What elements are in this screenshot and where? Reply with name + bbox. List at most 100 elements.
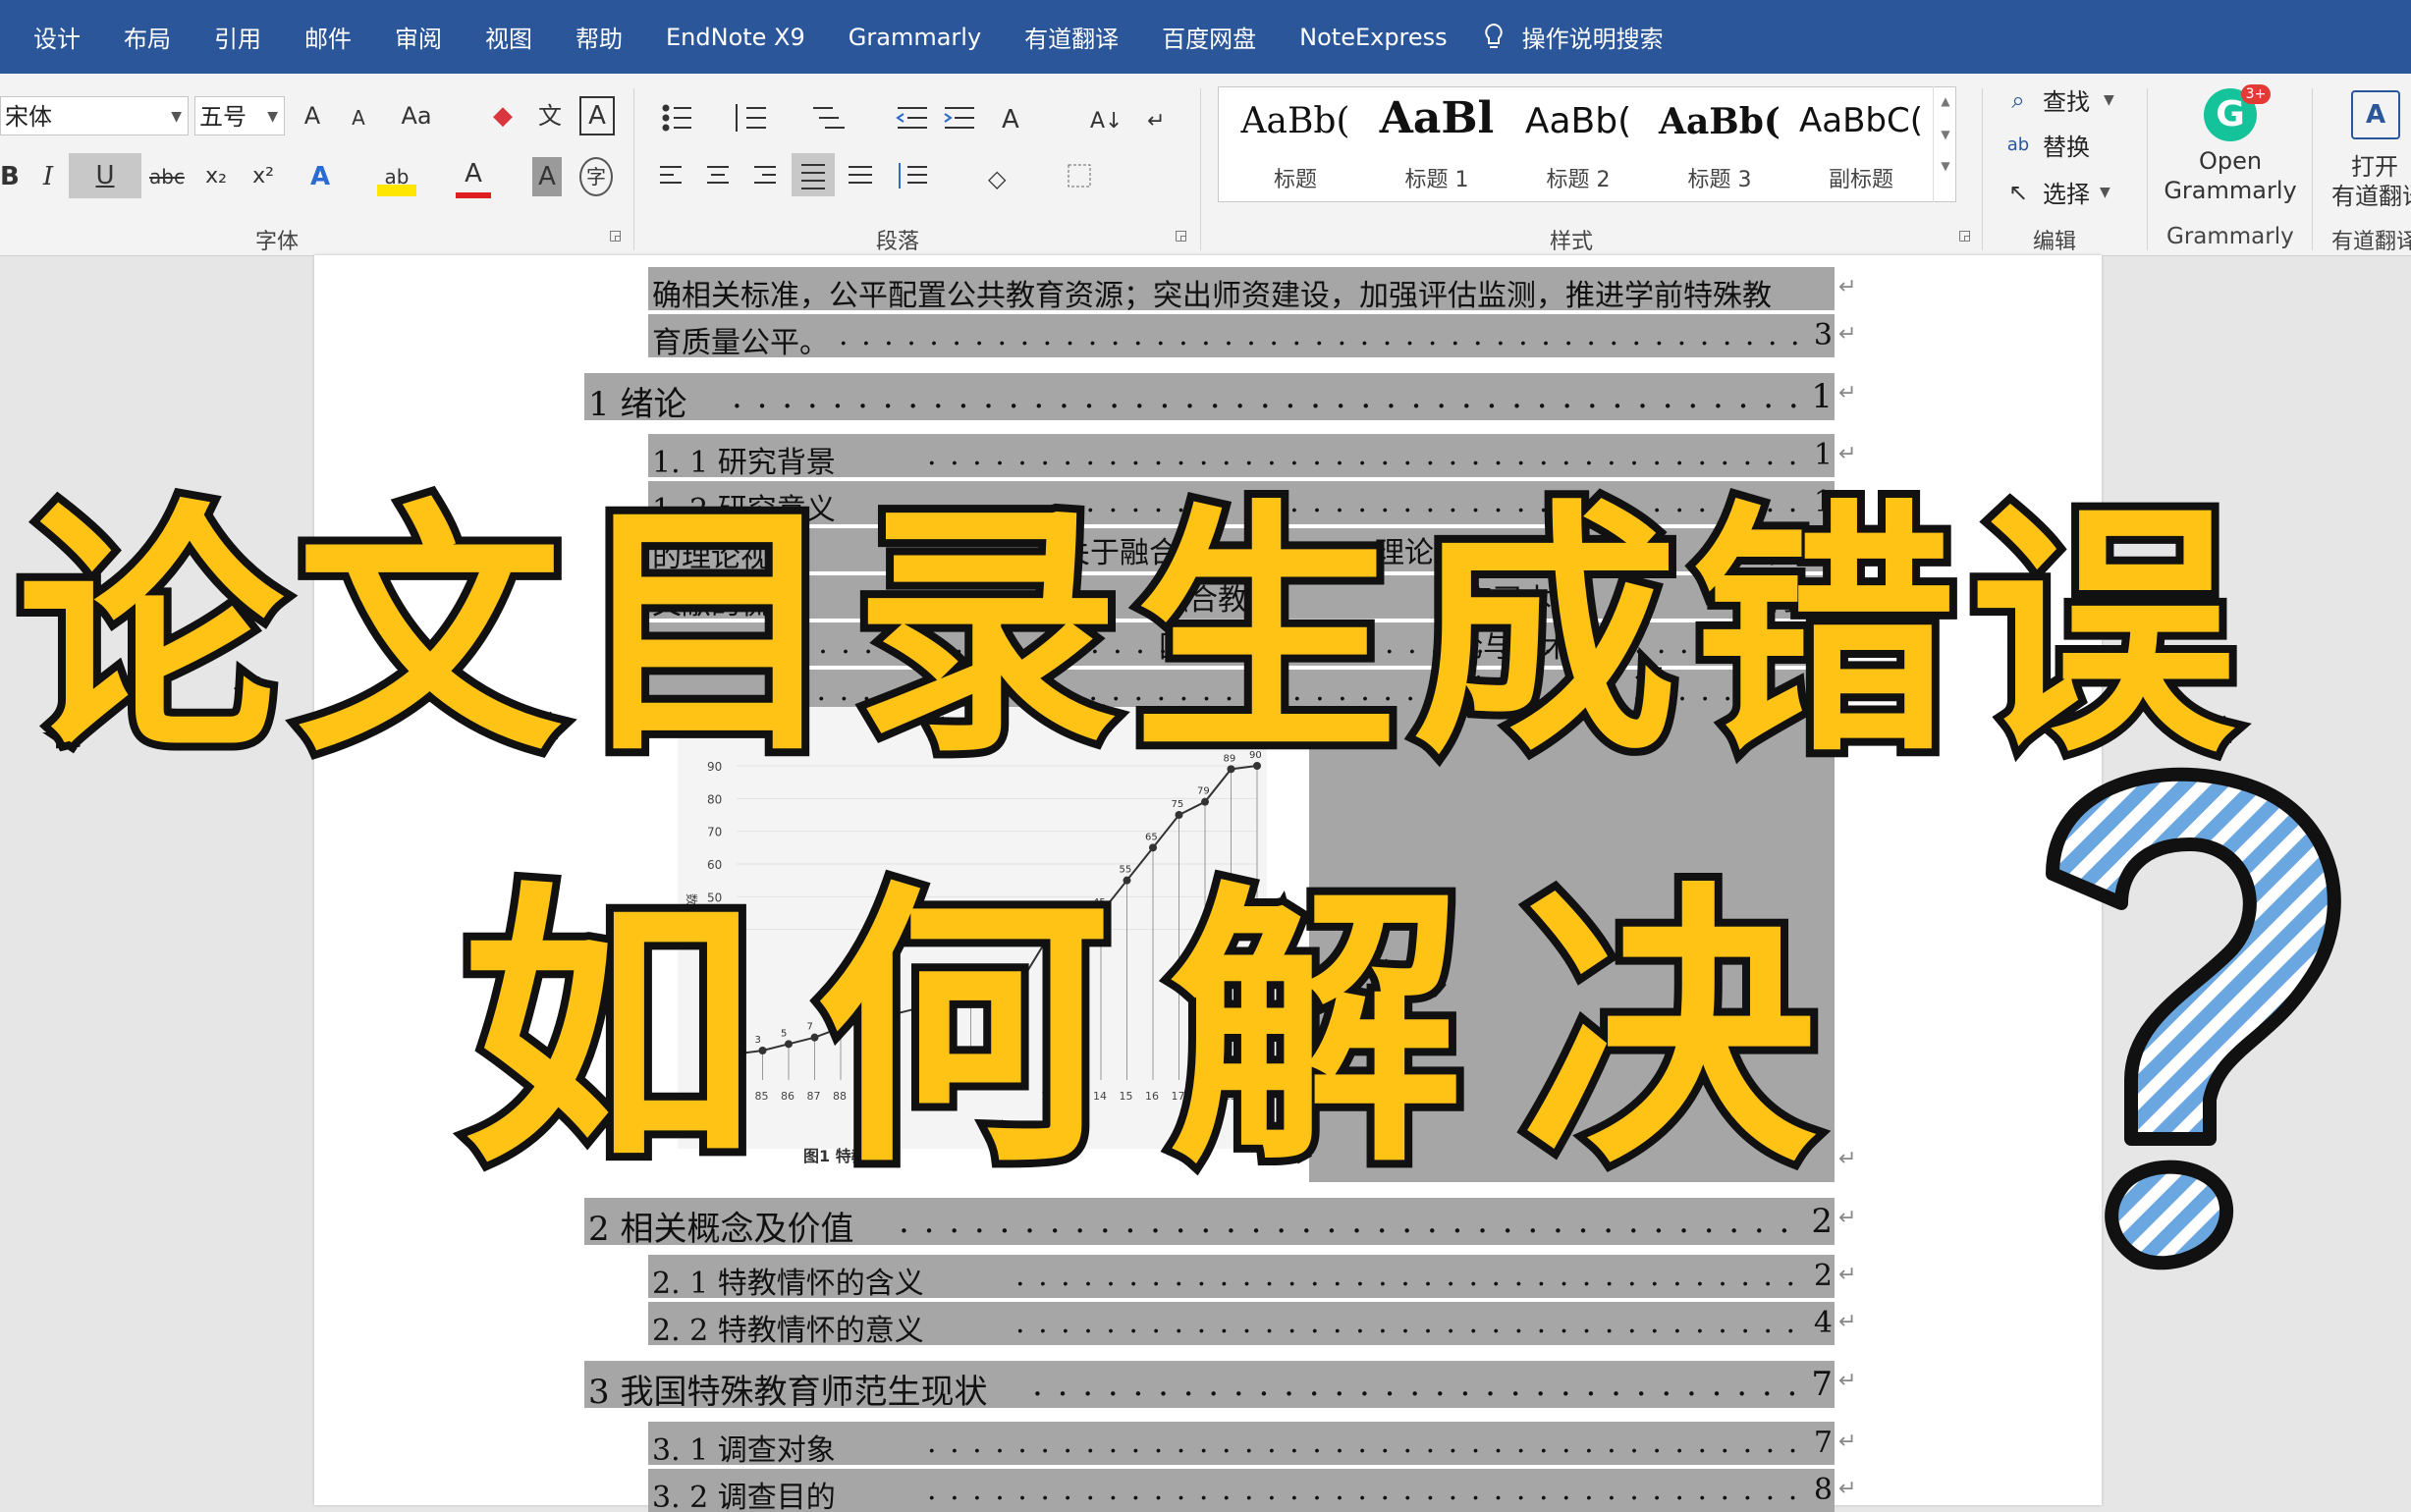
line-spacing-icon[interactable] (899, 163, 927, 189)
change-case-button[interactable]: Aa (397, 96, 436, 135)
shrink-font-button[interactable]: A (344, 98, 373, 137)
paragraph-mark-icon: ↵ (1838, 1477, 1857, 1501)
character-shading-button[interactable]: A (532, 157, 562, 196)
dialog-launcher-icon[interactable]: ◲ (1175, 216, 1187, 255)
overlay-title-line2: 如何解决 (454, 859, 1876, 1202)
toc-entry[interactable]: 1 绪论 . . . . . . . . . . . . . . . . . . … (584, 373, 1835, 420)
toc-page-number: 2 (1811, 1202, 1833, 1241)
dialog-launcher-icon[interactable]: ◲ (1958, 216, 1971, 255)
highlight-button[interactable]: ab (377, 157, 416, 196)
toc-entry[interactable]: 3 我国特殊教育师范生现状 . . . . . . . . . . . . . .… (584, 1361, 1835, 1408)
multilevel-list-icon[interactable] (813, 107, 845, 129)
open-youdao-button[interactable]: A 打开 有道翻译 (2322, 82, 2411, 210)
menu-youdao[interactable]: 有道翻译 (1003, 20, 1140, 54)
chinese-layout-icon[interactable]: A (1002, 105, 1019, 135)
menu-review[interactable]: 审阅 (373, 20, 464, 54)
styles-scroll[interactable]: ▲ ▼ ▼ (1933, 86, 1957, 202)
toc-entry[interactable]: 2. 2 特教情怀的意义 . . . . . . . . . . . . . . … (648, 1302, 1835, 1345)
menu-references[interactable]: 引用 (192, 20, 283, 54)
text-effects-button[interactable]: A (302, 157, 338, 196)
style-label: 标题 2 (1546, 168, 1611, 192)
toc-page-number: 8 (1813, 1473, 1833, 1507)
grammarly-label-1: Open (2198, 147, 2263, 175)
strikethrough-button[interactable]: abc (147, 157, 187, 196)
pinyin-guide-button[interactable]: 文 (532, 96, 568, 135)
toc-entry[interactable]: 3. 1 调查对象 . . . . . . . . . . . . . . . .… (648, 1422, 1835, 1465)
menu-noteexpress[interactable]: NoteExpress (1278, 24, 1469, 51)
clear-format-icon[interactable]: ◆ (485, 96, 521, 135)
menu-grammarly[interactable]: Grammarly (827, 24, 1003, 51)
align-center-icon[interactable] (707, 166, 729, 184)
menu-design[interactable]: 设计 (12, 20, 102, 54)
chevron-down-icon[interactable]: ▼ (1934, 128, 1957, 141)
toc-entry[interactable]: 3. 2 调查目的 . . . . . . . . . . . . . . . .… (648, 1469, 1835, 1512)
style-subtitle[interactable]: AaBbC( 副标题 (1792, 87, 1930, 201)
italic-button[interactable]: I (33, 157, 63, 196)
shading-icon[interactable]: ◇ (988, 165, 1007, 192)
tell-me-search[interactable]: 操作说明搜索 (1469, 20, 1664, 54)
toc-entry-text: 2. 1 特教情怀的含义 (652, 1267, 924, 1298)
style-heading-3[interactable]: AaBb( 标题 3 (1651, 87, 1788, 201)
menu-baidu-netdisk[interactable]: 百度网盘 (1140, 20, 1278, 54)
style-title[interactable]: AaBb( 标题 (1227, 87, 1364, 201)
justify-button[interactable] (792, 153, 835, 196)
menu-help[interactable]: 帮助 (554, 20, 644, 54)
find-label: 查找 (2043, 88, 2090, 116)
grow-font-button[interactable]: A (298, 96, 327, 135)
group-divider (633, 88, 634, 250)
align-left-icon[interactable] (660, 166, 682, 184)
toc-leader-dots: . . . . . . . . . . . . . . . . . . . . … (927, 438, 1805, 472)
toc-entry-text: 1 绪论 (588, 385, 687, 420)
menu-view[interactable]: 视图 (464, 20, 554, 54)
font-name-select[interactable]: 宋体 ▼ (0, 96, 189, 135)
enclose-characters-button[interactable]: 字 (579, 157, 613, 196)
decrease-indent-icon[interactable] (896, 107, 927, 129)
y-tick-label: 70 (707, 826, 722, 839)
chevron-up-icon[interactable]: ▲ (1934, 94, 1957, 108)
align-right-icon[interactable] (754, 166, 776, 184)
style-heading-1[interactable]: AaBl 标题 1 (1368, 87, 1506, 201)
increase-indent-icon[interactable] (944, 107, 974, 129)
toc-entry[interactable]: 确相关标准，公平配置公共教育资源；突出师资建设，加强评估监测，推进学前特殊教 (648, 267, 1835, 310)
toc-leader-dots: . . . . . . . . . . . . . . . . . . . . … (1015, 1306, 1805, 1340)
show-marks-icon[interactable]: ↵ (1147, 109, 1165, 134)
style-heading-2[interactable]: AaBb( 标题 2 (1509, 87, 1647, 201)
find-button[interactable]: ⌕ 查找 ▼ (2003, 82, 2114, 117)
replace-button[interactable]: ab 替换 (2003, 128, 2090, 162)
menu-layout[interactable]: 布局 (102, 20, 192, 54)
toc-entry-text: 育质量公平。 (652, 326, 829, 357)
toc-leader-dots: . . . . . . . . . . . . . . . . . . . . … (839, 318, 1805, 352)
toc-entry[interactable]: 2 相关概念及价值 . . . . . . . . . . . . . . . .… (584, 1198, 1835, 1245)
select-button[interactable]: ↖ 选择 ▼ (2003, 175, 2110, 209)
replace-label: 替换 (2043, 134, 2090, 161)
bold-button[interactable]: B (0, 157, 20, 196)
borders-icon[interactable] (1068, 164, 1091, 188)
chevron-down-icon: ▼ (2104, 91, 2114, 108)
bullets-icon[interactable] (662, 104, 692, 132)
toc-entry[interactable]: 1. 1 研究背景 . . . . . . . . . . . . . . . .… (648, 434, 1835, 477)
menu-endnote[interactable]: EndNote X9 (644, 24, 827, 51)
subscript-button[interactable]: x₂ (196, 157, 236, 196)
dialog-launcher-icon[interactable]: ◲ (609, 216, 622, 255)
open-grammarly-button[interactable]: G 3+ Open Grammarly (2157, 82, 2304, 210)
font-color-button[interactable]: A (456, 157, 491, 198)
numbering-icon[interactable] (736, 104, 766, 132)
font-size-select[interactable]: 五号 ▼ (194, 96, 285, 135)
toc-leader-dots: . . . . . . . . . . . . . . . . . . . . … (1015, 1259, 1805, 1293)
underline-button[interactable]: U (69, 153, 141, 198)
toc-entry-text: 1. 1 研究背景 (652, 446, 836, 477)
distributed-icon[interactable] (849, 166, 872, 184)
menu-bar: 设计 布局 引用 邮件 审阅 视图 帮助 EndNote X9 Grammarl… (0, 0, 2411, 74)
toc-entry[interactable]: 2. 1 特教情怀的含义 . . . . . . . . . . . . . . … (648, 1255, 1835, 1298)
character-border-button[interactable]: A (579, 96, 615, 135)
more-styles-icon[interactable]: ▼ (1934, 159, 1957, 173)
sort-icon[interactable]: A↓ (1090, 109, 1123, 134)
superscript-button[interactable]: x² (244, 157, 283, 196)
style-label: 标题 (1273, 168, 1317, 192)
translate-icon: A (2351, 90, 2400, 139)
chevron-down-icon: ▼ (267, 109, 278, 125)
toc-entry-text: 确相关标准，公平配置公共教育资源；突出师资建设，加强评估监测，推进学前特殊教 (652, 279, 1772, 310)
menu-mailings[interactable]: 邮件 (283, 20, 373, 54)
paragraph-mark-icon: ↵ (1838, 275, 1857, 299)
toc-entry[interactable]: 育质量公平。 . . . . . . . . . . . . . . . . . … (648, 314, 1835, 357)
